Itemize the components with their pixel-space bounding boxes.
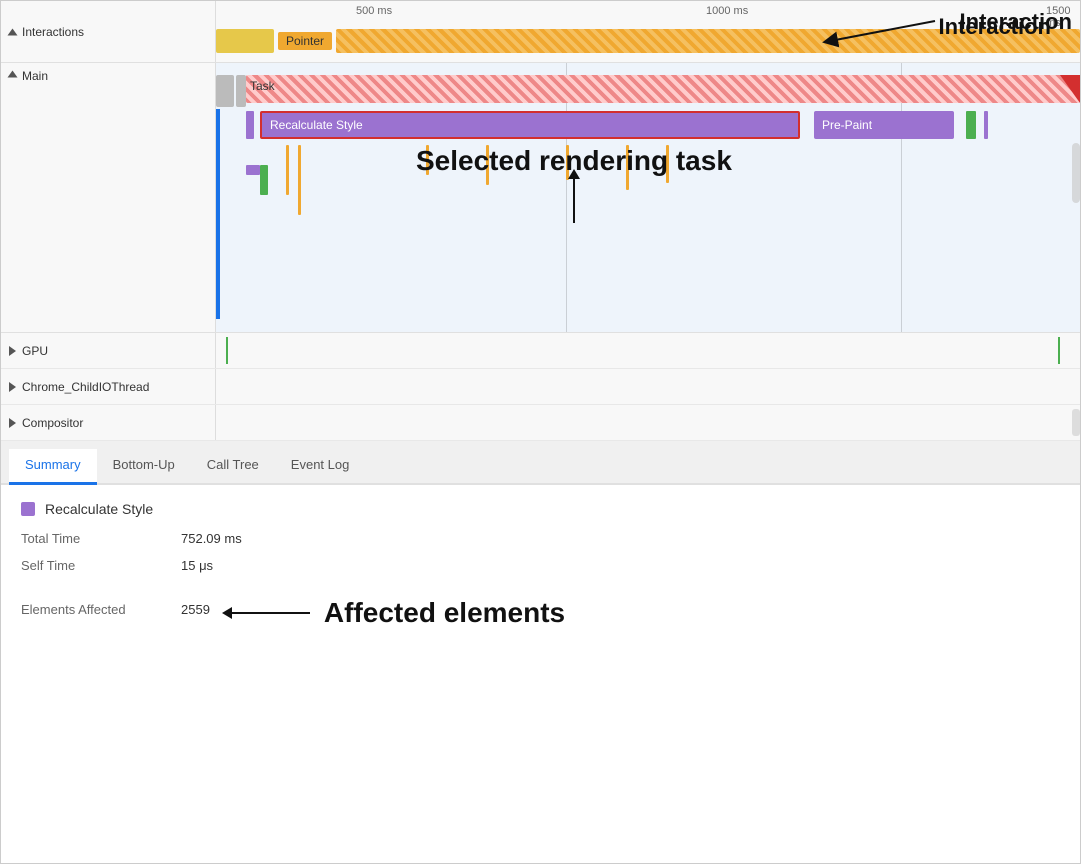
chrome-childio-label: Chrome_ChildIOThread — [1, 369, 216, 404]
main-section: Main Task Recalculate Style Pre-Paint — [1, 63, 1080, 333]
interactions-label: Interactions — [1, 1, 216, 62]
green-sm-1 — [260, 165, 268, 195]
task-hatched: Task — [246, 75, 1080, 103]
self-time-label: Self Time — [21, 558, 181, 573]
elements-label: Elements Affected — [21, 602, 181, 617]
prepaint-label: Pre-Paint — [822, 118, 872, 132]
orange-stick-7 — [666, 145, 669, 183]
chrome-childio-row: Chrome_ChildIOThread — [1, 369, 1080, 405]
tab-event-log[interactable]: Event Log — [275, 449, 366, 485]
elements-affected-row: Elements Affected 2559 Affected elements — [21, 585, 1060, 629]
main-label-text: Main — [22, 69, 48, 83]
orange-stick-4 — [486, 145, 489, 185]
gray-bar-left — [216, 75, 234, 107]
gpu-timeline — [216, 333, 1080, 368]
interactions-timeline: 500 ms 1000 ms 1500 ms Pointer Interacti… — [216, 1, 1080, 62]
tab-bottom-up[interactable]: Bottom-Up — [97, 449, 191, 485]
purple-mini — [246, 111, 254, 139]
pointer-bar-row: Pointer — [216, 27, 1080, 55]
summary-title-row: Recalculate Style — [21, 501, 1060, 517]
prepaint-bar: Pre-Paint — [814, 111, 954, 139]
main-label: Main — [1, 63, 216, 332]
childio-timeline — [216, 369, 1080, 404]
compositor-timeline — [216, 405, 1080, 440]
recalculate-style-bar[interactable]: Recalculate Style — [260, 111, 800, 139]
total-time-value: 752.09 ms — [181, 531, 242, 546]
gpu-row: GPU — [1, 333, 1080, 369]
recalc-label: Recalculate Style — [270, 118, 363, 132]
time-marker-1000: 1000 ms — [706, 5, 748, 17]
total-time-label: Total Time — [21, 531, 181, 546]
recalc-row: Recalculate Style Pre-Paint — [246, 109, 1080, 141]
compositor-row: Compositor — [1, 405, 1080, 441]
childio-label-text: Chrome_ChildIOThread — [22, 380, 149, 394]
summary-panel: Recalculate Style Total Time 752.09 ms S… — [1, 485, 1080, 657]
purple-end — [984, 111, 988, 139]
affected-arrow-line — [230, 612, 310, 614]
scrollbar-thumb[interactable] — [1072, 143, 1080, 203]
summary-title: Recalculate Style — [45, 501, 153, 517]
self-time-row: Self Time 15 μs — [21, 558, 1060, 573]
orange-stick-2 — [298, 145, 301, 215]
green-bar-small — [966, 111, 976, 139]
orange-stick-1 — [286, 145, 289, 195]
orange-stick-3 — [426, 145, 429, 175]
time-marker-500: 500 ms — [356, 5, 392, 17]
gpu-label: GPU — [1, 333, 216, 368]
tabs-bar: Summary Bottom-Up Call Tree Event Log — [1, 441, 1080, 485]
task-bar: Task — [246, 75, 1080, 105]
main-collapse-icon[interactable] — [8, 71, 18, 78]
task-label: Task — [250, 79, 275, 93]
interaction-annotation: Interaction — [960, 9, 1072, 35]
gray-bar-left2 — [236, 75, 246, 107]
purple-color-swatch — [21, 502, 35, 516]
total-time-row: Total Time 752.09 ms — [21, 531, 1060, 546]
elements-value: 2559 — [181, 602, 210, 617]
orange-stick-6 — [626, 145, 629, 190]
gpu-label-text: GPU — [22, 344, 48, 358]
gpu-expand-icon[interactable] — [9, 346, 16, 356]
self-time-value: 15 μs — [181, 558, 213, 573]
main-timeline: Task Recalculate Style Pre-Paint — [216, 63, 1080, 332]
pointer-yellow-bar — [216, 29, 274, 53]
interactions-label-text: Interactions — [22, 25, 84, 39]
childio-expand-icon[interactable] — [9, 382, 16, 392]
affected-annotation: Affected elements — [230, 597, 565, 629]
green-line-gpu-2 — [1058, 337, 1060, 364]
tab-summary[interactable]: Summary — [9, 449, 97, 485]
task-red-corner — [1060, 75, 1080, 103]
affected-elements-text: Affected elements — [324, 597, 565, 629]
purple-sm-1 — [246, 165, 260, 175]
compositor-expand-icon[interactable] — [9, 418, 16, 428]
green-line-gpu-1 — [226, 337, 228, 364]
small-bars-area — [246, 145, 1080, 265]
compositor-scrollbar[interactable] — [1072, 409, 1080, 436]
orange-stick-5 — [566, 145, 569, 180]
pointer-label: Pointer — [278, 32, 332, 50]
collapse-triangle-icon[interactable] — [8, 28, 18, 35]
tab-call-tree[interactable]: Call Tree — [191, 449, 275, 485]
compositor-label-text: Compositor — [22, 416, 83, 430]
compositor-label: Compositor — [1, 405, 216, 440]
blue-left-bar — [216, 109, 220, 319]
interactions-row: Interactions 500 ms 1000 ms 1500 ms Poin… — [1, 1, 1080, 63]
